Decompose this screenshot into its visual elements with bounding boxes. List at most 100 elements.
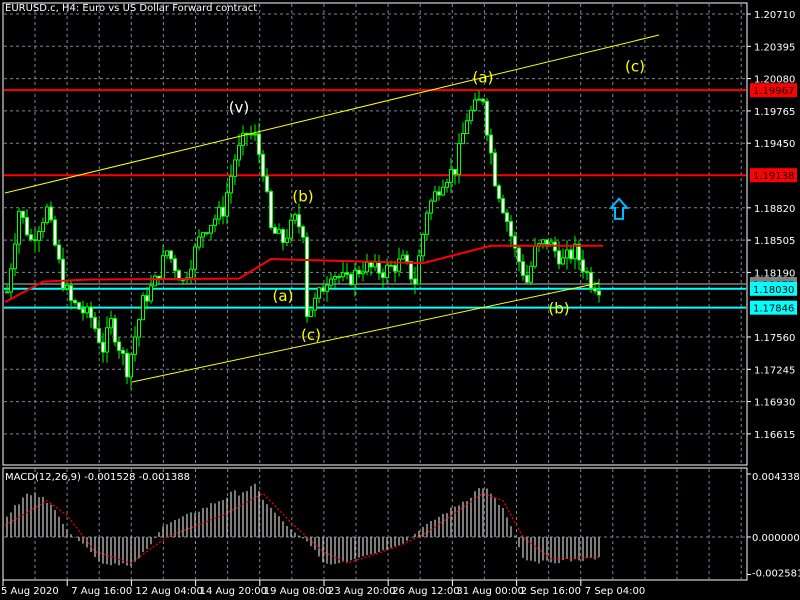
wave-label: (c) — [301, 326, 321, 344]
price-tick-label: 1.17245 — [754, 365, 795, 376]
candle-body — [297, 214, 301, 228]
candle-body — [281, 229, 285, 243]
candle-body — [329, 278, 333, 286]
candle-body — [529, 265, 533, 283]
candle-body — [217, 206, 221, 220]
candle-body — [125, 352, 129, 378]
candle-body — [149, 285, 153, 302]
candle-body — [401, 254, 405, 260]
candle-body — [341, 272, 345, 278]
candle-body — [157, 275, 161, 279]
candle-body — [465, 120, 469, 135]
candle-body — [65, 285, 69, 290]
candle-body — [109, 318, 113, 329]
candle-body — [293, 214, 297, 221]
candle-body — [41, 222, 45, 232]
candle-body — [353, 269, 357, 286]
candle-body — [357, 269, 361, 275]
candle-body — [77, 302, 81, 310]
candle-body — [349, 273, 353, 286]
candle-body — [397, 258, 401, 272]
candle-body — [169, 250, 173, 260]
candle-body — [301, 226, 305, 238]
candle-body — [325, 284, 329, 292]
candle-body — [317, 287, 321, 299]
time-tick-label: 23 Aug 20:00 — [328, 586, 395, 597]
candle-body — [129, 353, 133, 378]
price-tick-label: 1.20395 — [754, 42, 795, 53]
candle-body — [189, 268, 193, 279]
candle-body — [265, 175, 269, 193]
candle-body — [261, 153, 265, 177]
candle-body — [45, 206, 49, 224]
candle-body — [153, 275, 157, 287]
candle-body — [97, 328, 101, 343]
candle-body — [273, 226, 277, 234]
candle-body — [237, 144, 241, 161]
candle-body — [425, 212, 429, 235]
candle-body — [81, 308, 85, 314]
candle-body — [489, 134, 493, 154]
candle-body — [477, 98, 481, 101]
candle-body — [381, 272, 385, 279]
candle-body — [85, 306, 89, 314]
candle-body — [461, 133, 465, 145]
candle-body — [5, 291, 9, 294]
candle-body — [501, 198, 505, 214]
candle-body — [213, 218, 217, 226]
wave-label: (b) — [292, 188, 313, 206]
candle-body — [481, 98, 485, 102]
candle-body — [441, 186, 445, 196]
candle-body — [225, 192, 229, 217]
candle-body — [545, 239, 549, 245]
candle-body — [13, 243, 17, 270]
candle-body — [361, 271, 365, 275]
candle-body — [453, 168, 457, 175]
macd-tick-label: 0.000000 — [752, 533, 800, 544]
candle-body — [469, 109, 473, 122]
candle-body — [233, 159, 237, 177]
candle-body — [565, 249, 569, 259]
candle-body — [269, 191, 273, 228]
price-tick-label: 1.16930 — [754, 398, 795, 409]
chart-title: EURUSD.c, H4: Euro vs US Dollar Forward … — [5, 3, 258, 14]
time-tick-label: 31 Aug 00:00 — [456, 586, 523, 597]
candle-body — [93, 317, 97, 330]
price-tick-label: 1.20710 — [754, 10, 795, 21]
macd-tick-label: 0.004338 — [752, 472, 800, 483]
candle-body — [277, 229, 281, 234]
candle-body — [133, 336, 137, 355]
wave-label: (b) — [548, 299, 569, 317]
candle-body — [493, 152, 497, 187]
candle-body — [437, 191, 441, 196]
candle-body — [569, 249, 573, 260]
candle-body — [73, 299, 77, 304]
time-tick-label: 26 Aug 12:00 — [392, 586, 459, 597]
candle-body — [389, 264, 393, 267]
candle-body — [117, 341, 121, 351]
macd-indicator-label: MACD(12,26,9) -0.001528 -0.001388 — [5, 472, 190, 483]
candle-body — [433, 191, 437, 202]
candle-body — [173, 258, 177, 272]
chart-canvas[interactable]: 1.207101.203951.200801.197651.194501.188… — [0, 0, 800, 600]
price-tick-label: 1.19450 — [754, 139, 795, 150]
candle-body — [405, 254, 409, 263]
moving-average-line — [4, 244, 603, 304]
price-tick-label: 1.17560 — [754, 333, 795, 344]
level-price-label: 1.17846 — [753, 304, 794, 315]
candle-body — [121, 349, 125, 354]
candle-body — [561, 257, 565, 265]
candle-body — [589, 271, 593, 289]
candle-body — [57, 244, 61, 260]
candle-body — [61, 258, 65, 290]
candle-body — [509, 221, 513, 237]
candle-body — [205, 232, 209, 235]
candle-body — [89, 306, 93, 319]
time-tick-label: 14 Aug 20:00 — [200, 586, 267, 597]
macd-signal-line — [4, 492, 600, 564]
level-price-label: 1.18030 — [753, 285, 794, 296]
time-tick-label: 12 Aug 04:00 — [135, 586, 202, 597]
candle-body — [385, 264, 389, 279]
candle-body — [541, 239, 545, 245]
trendline — [4, 34, 660, 194]
